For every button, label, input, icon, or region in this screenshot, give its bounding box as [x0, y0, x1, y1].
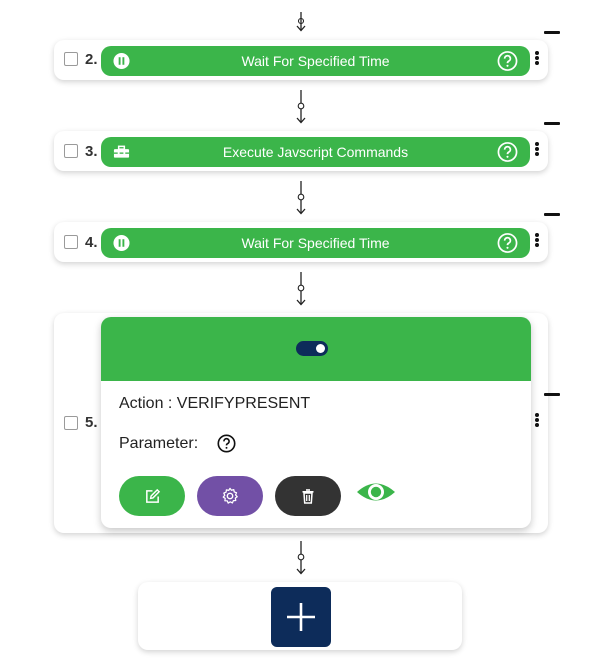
more-options-icon[interactable]: [534, 141, 540, 159]
edit-button[interactable]: [119, 476, 185, 516]
pause-icon: [113, 52, 130, 70]
pause-icon: [113, 234, 130, 252]
enable-toggle[interactable]: [296, 341, 328, 356]
parameter-text: Parameter:: [119, 435, 199, 452]
help-icon[interactable]: [497, 142, 518, 163]
eye-icon[interactable]: [356, 479, 396, 505]
step-checkbox[interactable]: [64, 235, 78, 249]
connector-arrow: [294, 272, 308, 306]
step-checkbox[interactable]: [64, 52, 78, 66]
collapse-dash[interactable]: [544, 393, 560, 396]
step-checkbox[interactable]: [64, 144, 78, 158]
step-action-pill[interactable]: Wait For Specified Time: [101, 228, 530, 258]
step-label: Wait For Specified Time: [241, 235, 390, 251]
help-icon[interactable]: [497, 51, 518, 72]
connector-arrow: [294, 541, 308, 575]
step-number: 3.: [85, 143, 98, 160]
settings-button[interactable]: [197, 476, 263, 516]
gear-icon: [222, 487, 238, 504]
more-options-icon[interactable]: [534, 412, 540, 430]
collapse-dash[interactable]: [544, 31, 560, 34]
edit-icon: [145, 488, 160, 503]
step-label: Execute Javscript Commands: [222, 144, 409, 160]
parameter-help-icon[interactable]: [217, 434, 236, 453]
more-options-icon[interactable]: [534, 232, 540, 250]
step-number: 4.: [85, 234, 98, 251]
expanded-step-panel: Action : VERIFYPRESENT Parameter:: [101, 317, 531, 528]
step-checkbox[interactable]: [64, 416, 78, 430]
plus-icon: [287, 603, 315, 631]
step-action-pill[interactable]: Wait For Specified Time: [101, 46, 530, 76]
delete-button[interactable]: [275, 476, 341, 516]
step-label: Wait For Specified Time: [241, 53, 390, 69]
connector-arrow: [294, 12, 308, 32]
trash-icon: [302, 489, 314, 504]
more-options-icon[interactable]: [534, 50, 540, 68]
toolbox-icon: [113, 145, 130, 158]
step-action-pill[interactable]: Execute Javscript Commands: [101, 137, 530, 167]
action-text: Action : VERIFYPRESENT: [119, 395, 311, 412]
help-icon[interactable]: [497, 233, 518, 254]
step-number: 2.: [85, 51, 98, 68]
toggle-knob: [316, 344, 325, 353]
collapse-dash[interactable]: [544, 213, 560, 216]
collapse-dash[interactable]: [544, 122, 560, 125]
connector-arrow: [294, 90, 308, 124]
add-step-button[interactable]: [271, 587, 331, 647]
step-number: 5.: [85, 414, 98, 431]
connector-arrow: [294, 181, 308, 215]
